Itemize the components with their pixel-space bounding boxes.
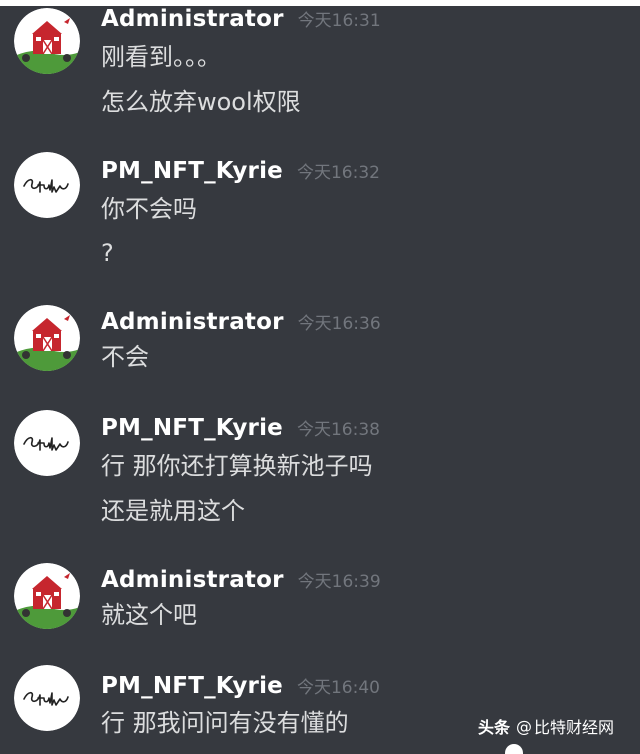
timestamp: 今天16:32 [296,163,380,183]
watermark: 头条 @ 比特财经网 [478,712,614,740]
author-name[interactable]: PM_NFT_Kyrie [101,415,283,441]
message-text: 怎么放弃wool权限 [101,88,301,116]
stalin-signature-avatar-icon[interactable] [14,410,80,476]
message-text: ? [101,239,114,267]
barn-avatar-icon[interactable] [14,563,80,629]
stalin-signature-avatar-icon[interactable] [14,665,80,731]
message-text: 刚看到。。。 [101,43,221,71]
message-text: 你不会吗 [101,195,197,223]
author-name[interactable]: PM_NFT_Kyrie [101,673,283,699]
timestamp: 今天16:31 [297,11,381,31]
message-header: Administrator 今天16:31 [101,6,381,36]
message-header: PM_NFT_Kyrie 今天16:40 [101,673,380,703]
timestamp: 今天16:36 [297,314,381,334]
message-text: 行 那你还打算换新池子吗 [101,452,373,480]
timestamp: 今天16:39 [297,572,381,592]
author-name[interactable]: Administrator [101,567,284,593]
message-text: 还是就用这个 [101,497,245,525]
message-text: 行 那我问问有没有懂的 [101,709,349,737]
watermark-at: @ [516,716,533,736]
barn-avatar-icon[interactable] [14,305,80,371]
watermark-account: 比特财经网 [534,718,615,737]
message-header: Administrator 今天16:36 [101,309,381,339]
message-header: Administrator 今天16:39 [101,567,381,597]
author-name[interactable]: Administrator [101,309,284,335]
timestamp: 今天16:38 [296,420,380,440]
chat-message-list[interactable]: Administrator 今天16:31 刚看到。。。 怎么放弃wool权限 … [0,0,640,751]
message-text: 不会 [101,343,149,371]
timestamp: 今天16:40 [296,678,380,698]
author-name[interactable]: Administrator [101,6,284,32]
barn-avatar-icon[interactable] [14,8,80,74]
watermark-brand: 头条 [478,718,511,737]
stalin-signature-avatar-icon[interactable] [14,152,80,218]
message-header: PM_NFT_Kyrie 今天16:38 [101,415,380,445]
author-name[interactable]: PM_NFT_Kyrie [101,158,283,184]
message-text: 就这个吧 [101,601,197,629]
message-header: PM_NFT_Kyrie 今天16:32 [101,158,380,188]
